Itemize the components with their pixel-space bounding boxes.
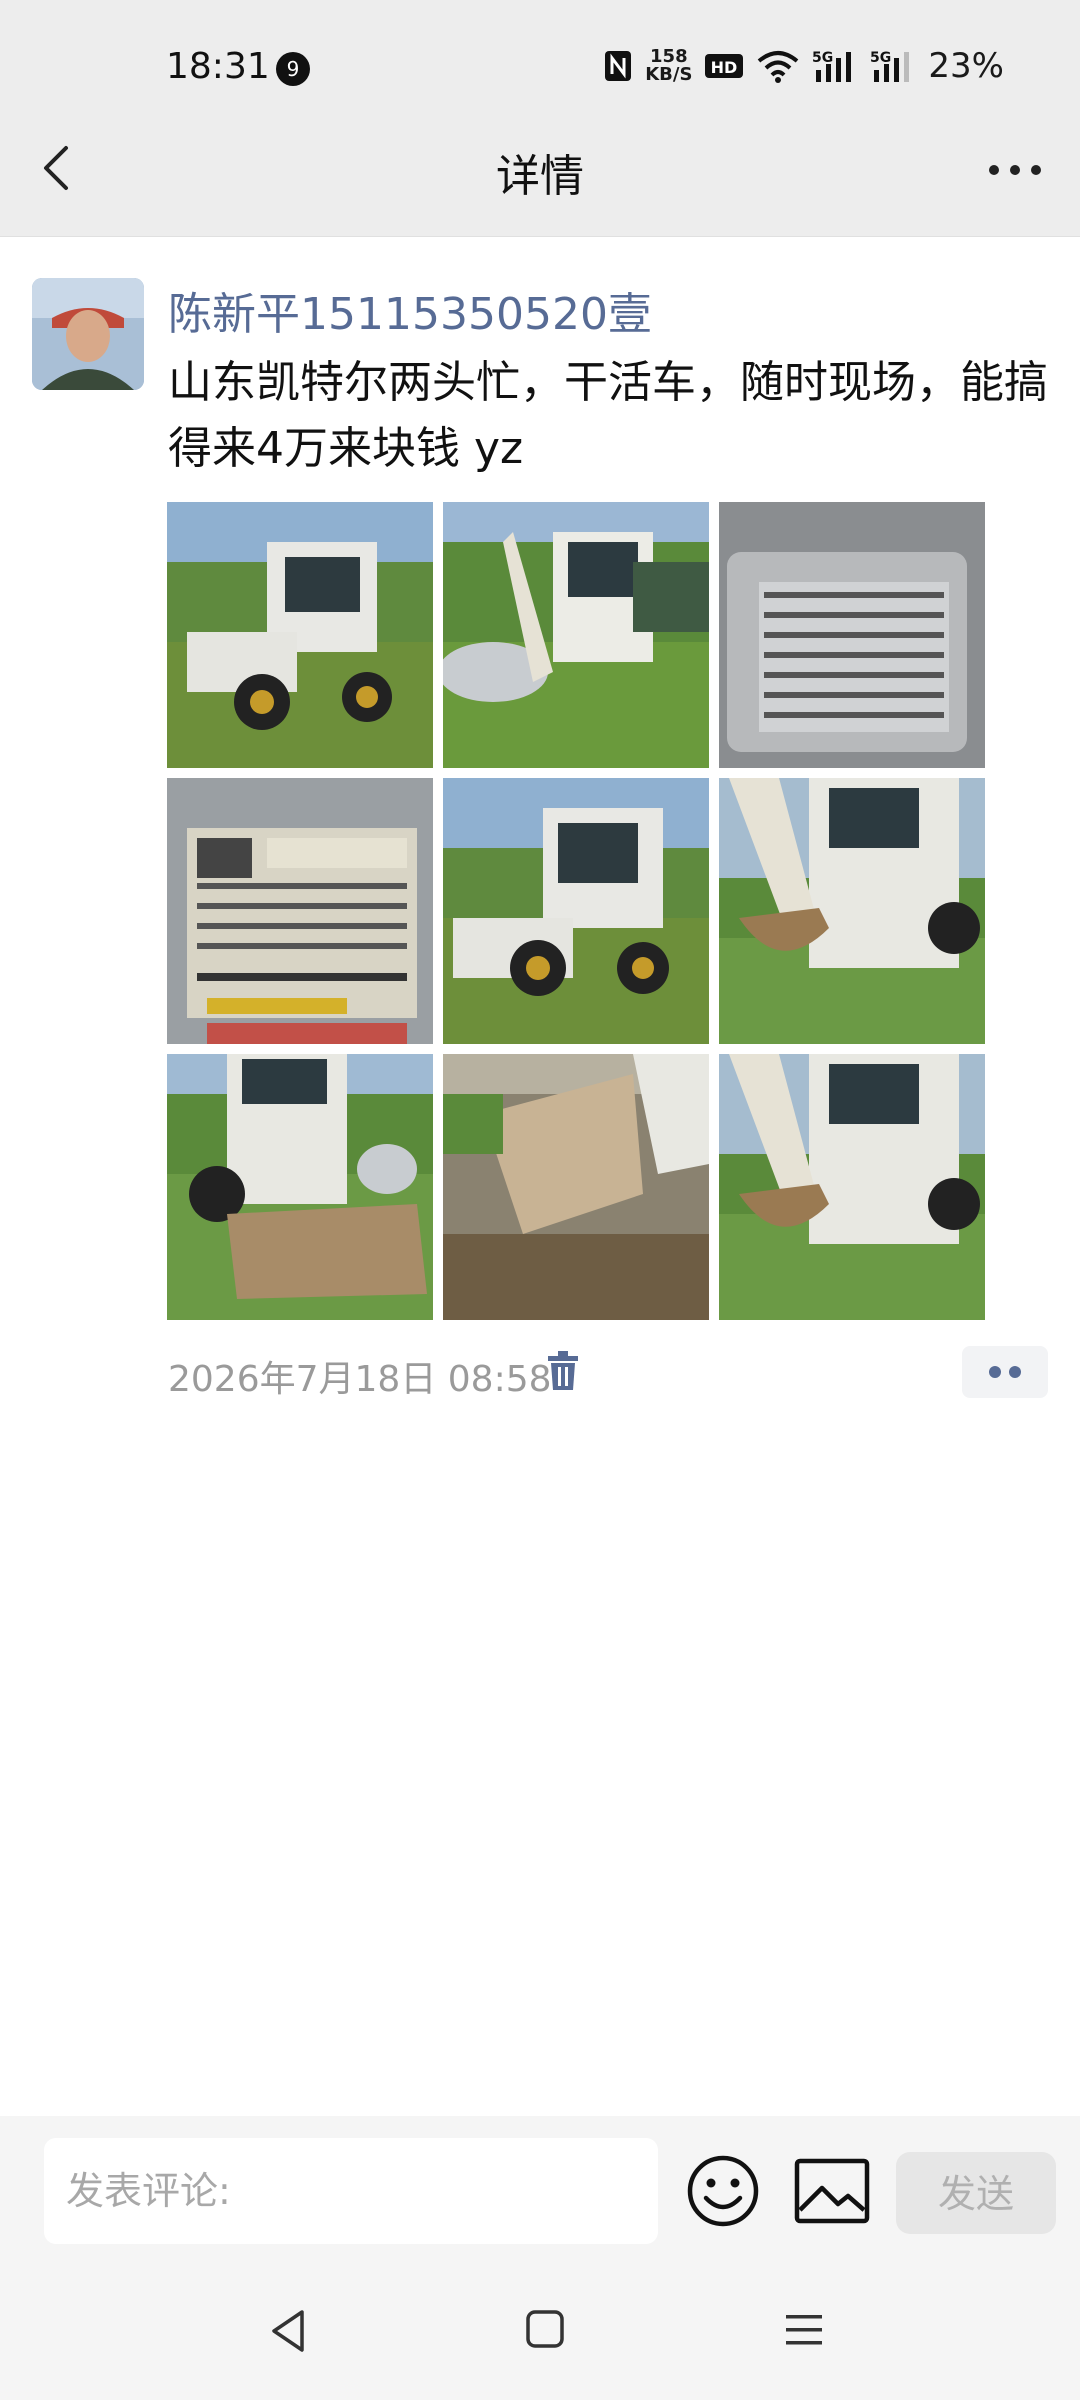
emoji-button[interactable] [686,2154,760,2228]
photo-image [719,778,985,1044]
network-speed-unit: KB/S [645,64,693,85]
delete-button[interactable] [544,1350,582,1392]
photo-thumbnail[interactable] [443,502,709,768]
photo-image [443,778,709,1044]
status-icons: 158 KB/S HD 5G 5G 23% [603,44,1004,88]
comment-input[interactable] [44,2138,658,2244]
photo-image [719,1054,985,1320]
photo-image [443,1054,709,1320]
trash-icon [548,1351,578,1390]
nav-menu-icon [786,2315,822,2345]
photo-thumbnail[interactable] [719,778,985,1044]
top-bar: 详情 [0,100,1080,237]
two-dots-icon [989,1366,1021,1378]
like-comment-button[interactable] [962,1346,1048,1398]
hd-icon: HD [705,54,744,78]
avatar-photo [32,278,144,390]
more-dots-icon [989,165,1041,175]
photo-image [719,502,985,768]
battery-level: 23% [928,46,1004,86]
svg-text:5G: 5G [812,50,833,66]
svg-text:HD: HD [711,58,738,77]
author-name[interactable]: 陈新平15115350520壹 [168,278,652,342]
send-button[interactable]: 发送 [896,2152,1056,2234]
system-nav-bar [0,2266,1080,2400]
5g-signal-icon: 5G [870,50,910,82]
comment-bar: 发送 [0,2116,1080,2266]
author-avatar[interactable] [32,278,144,390]
wifi-icon [758,51,799,83]
svg-text:5G: 5G [870,50,891,66]
nav-home-icon [526,2310,564,2348]
image-icon [794,2158,870,2224]
more-button[interactable] [980,140,1050,200]
post-text: 山东凯特尔两头忙，干活车，随时现场，能搞得来4万来块钱 yz [168,357,1048,474]
photo-thumbnail[interactable] [443,1054,709,1320]
page-title: 详情 [496,151,584,202]
photo-thumbnail[interactable] [167,1054,433,1320]
photo-thumbnail[interactable] [167,778,433,1044]
photo-grid [167,502,985,1320]
nav-back-icon [272,2310,304,2352]
nfc-icon [605,51,632,81]
photo-thumbnail[interactable] [167,502,433,768]
smiley-icon [687,2155,759,2227]
nav-menu-button[interactable] [784,2312,824,2348]
photo-image [167,502,433,768]
photo-thumbnail[interactable] [719,1054,985,1320]
status-time: 18:31 [166,46,270,87]
photo-image [443,502,709,768]
image-picker-button[interactable] [794,2158,870,2224]
photo-image [167,1054,433,1320]
nav-back-button[interactable] [268,2308,308,2354]
photo-image [167,778,433,1044]
5g-signal-icon: 5G [812,50,852,82]
photo-thumbnail[interactable] [719,502,985,768]
notification-badge: 9 [276,52,310,86]
network-speed: 158 KB/S [645,48,692,84]
photo-thumbnail[interactable] [443,778,709,1044]
post-timestamp: 2026年7月18日 08:58 [168,1359,552,1400]
nav-home-button[interactable] [526,2310,564,2348]
